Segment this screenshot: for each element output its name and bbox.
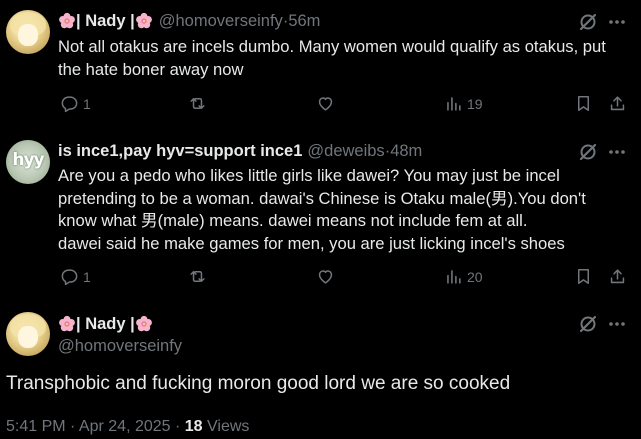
flower-emoji-icon [59, 12, 75, 29]
author-name-row: | Nady | [58, 313, 153, 335]
avatar[interactable] [6, 10, 50, 54]
tweet-line: pretending to be a woman. dawai's Chines… [58, 188, 586, 208]
grok-icon[interactable] [578, 314, 598, 334]
views-icon [447, 97, 461, 111]
views-count: 19 [467, 95, 483, 112]
reply-count: 1 [83, 95, 91, 112]
grok-icon[interactable] [578, 12, 598, 32]
more-icon[interactable] [606, 11, 628, 33]
display-name[interactable]: is ince1,pay hyv=support ince1 [58, 142, 302, 161]
user-handle[interactable]: @homoverseinfy [159, 12, 283, 31]
avatar[interactable] [6, 312, 50, 356]
more-icon[interactable] [606, 313, 628, 335]
reply-count: 1 [83, 268, 91, 285]
display-name[interactable]: | Nady | [76, 315, 135, 334]
tweet-line: know what 男(male) means. dawei means not… [58, 211, 528, 230]
more-icon[interactable] [606, 141, 628, 163]
repost-icon [190, 97, 205, 110]
share-icon [610, 96, 625, 111]
share-button[interactable] [608, 94, 627, 113]
timestamp[interactable]: 56m [288, 12, 320, 31]
tweet-line: Not all otakus are incels dumbo. Many wo… [58, 37, 606, 56]
views-count: 18 [184, 418, 203, 435]
repost-icon [190, 270, 205, 283]
tweet-meta: 5:41 PM · Apr 24, 2025 · 18 Views [6, 418, 249, 436]
like-icon [318, 270, 333, 284]
share-icon [610, 269, 625, 284]
tweet-timestamp[interactable]: 5:41 PM · Apr 24, 2025 · [6, 418, 185, 435]
tweet-line: dawei said he make games for men, you ar… [58, 233, 565, 253]
flower-emoji-icon [59, 315, 75, 332]
flower-emoji-icon [135, 12, 152, 29]
views-label: Views [202, 418, 250, 435]
reply-button[interactable]: 1 [60, 94, 91, 113]
like-icon [318, 97, 333, 111]
reply-icon [61, 269, 78, 286]
views-button[interactable]: 20 [444, 267, 483, 286]
bookmark-icon [577, 269, 590, 284]
main-tweet-text: Transphobic and fucking moron good lord … [6, 373, 511, 394]
user-handle[interactable]: @homoverseinfy [58, 337, 182, 356]
author-handle-row: @homoverseinfy [58, 335, 182, 357]
reply-icon [61, 96, 78, 113]
bookmark-button[interactable] [574, 94, 593, 113]
grok-icon[interactable] [578, 142, 598, 162]
tweet-text: Not all otakus are incels dumbo. Many wo… [58, 36, 606, 81]
bookmark-icon [577, 96, 590, 111]
user-handle[interactable]: @deweibs [307, 142, 384, 161]
avatar[interactable]: hyy [6, 140, 50, 184]
reply-button[interactable]: 1 [60, 267, 91, 286]
tweet-header: | Nady | @homoverseinfy · 56m [58, 10, 320, 32]
like-button[interactable] [316, 267, 339, 286]
tweet-line: the hate boner away now [58, 59, 244, 79]
tweet-text: Are you a pedo who likes little girls li… [58, 165, 586, 255]
tweet-header: is ince1,pay hyv=support ince1 @deweibs … [58, 140, 422, 162]
tweet-line: Are you a pedo who likes little girls li… [58, 166, 560, 185]
display-name[interactable]: | Nady | [76, 12, 135, 31]
like-button[interactable] [316, 94, 339, 113]
repost-button[interactable] [188, 267, 211, 286]
views-icon [447, 270, 461, 284]
views-count: 20 [467, 268, 483, 285]
repost-button[interactable] [188, 94, 211, 113]
share-button[interactable] [608, 267, 627, 286]
timestamp[interactable]: 48m [390, 142, 422, 161]
flower-emoji-icon [135, 315, 152, 332]
bookmark-button[interactable] [574, 267, 593, 286]
avatar-text: hyy [12, 150, 44, 170]
views-button[interactable]: 19 [444, 94, 483, 113]
